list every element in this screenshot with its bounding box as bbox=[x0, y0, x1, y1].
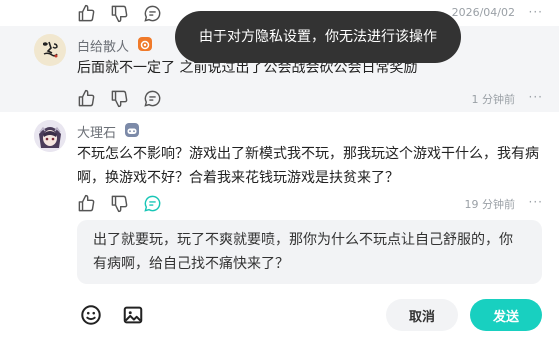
comment-item: 大理石 不玩怎么不影响？游戏出了新模式我不玩，那我玩这个游戏干什么，我有病啊，换… bbox=[0, 112, 559, 217]
username[interactable]: 白给散人 bbox=[77, 36, 129, 55]
reply-toolbar: 取消 发送 bbox=[0, 292, 559, 339]
like-icon[interactable] bbox=[77, 89, 96, 108]
comment-time: 1 分钟前 bbox=[471, 93, 516, 106]
more-options-icon[interactable]: ··· bbox=[529, 90, 543, 104]
gamepad-badge-icon bbox=[125, 123, 139, 137]
action-bar bbox=[77, 88, 162, 108]
dislike-icon[interactable] bbox=[110, 4, 129, 23]
privacy-toast: 由于对方隐私设置，你无法进行该操作 bbox=[175, 11, 461, 63]
avatar[interactable] bbox=[34, 34, 66, 66]
like-icon[interactable] bbox=[77, 194, 96, 213]
username[interactable]: 大理石 bbox=[77, 122, 116, 141]
action-bar bbox=[77, 193, 162, 213]
dislike-icon[interactable] bbox=[110, 194, 129, 213]
reply-icon-active[interactable] bbox=[143, 194, 162, 213]
more-options-icon[interactable]: ··· bbox=[529, 5, 543, 19]
cancel-button[interactable]: 取消 bbox=[386, 299, 458, 331]
reply-input[interactable]: 出了就要玩，玩了不爽就要喷，那你为什么不玩点让自己舒服的，你有病啊，给自己找不痛… bbox=[77, 220, 542, 284]
comment-time: 19 分钟前 bbox=[464, 198, 516, 211]
image-icon[interactable] bbox=[122, 304, 144, 326]
reply-icon[interactable] bbox=[143, 4, 162, 23]
comment-thread-page: 2026/04/02 ··· 白给散人 后面就不一定了 之前说过出了公会战会砍公… bbox=[0, 0, 559, 339]
comment-time: 2026/04/02 bbox=[451, 6, 515, 19]
avatar[interactable] bbox=[34, 120, 66, 152]
orange-level-badge-icon bbox=[138, 37, 152, 51]
more-options-icon[interactable]: ··· bbox=[529, 195, 543, 209]
send-button[interactable]: 发送 bbox=[470, 299, 542, 331]
reply-icon[interactable] bbox=[143, 89, 162, 108]
comment-text: 不玩怎么不影响？游戏出了新模式我不玩，那我玩这个游戏干什么，我有病啊，换游戏不好… bbox=[77, 146, 539, 186]
like-icon[interactable] bbox=[77, 4, 96, 23]
dislike-icon[interactable] bbox=[110, 89, 129, 108]
reply-input-text[interactable]: 出了就要玩，玩了不爽就要喷，那你为什么不玩点让自己舒服的，你有病啊，给自己找不痛… bbox=[93, 228, 526, 276]
action-bar bbox=[77, 3, 162, 23]
emoji-icon[interactable] bbox=[80, 304, 102, 326]
